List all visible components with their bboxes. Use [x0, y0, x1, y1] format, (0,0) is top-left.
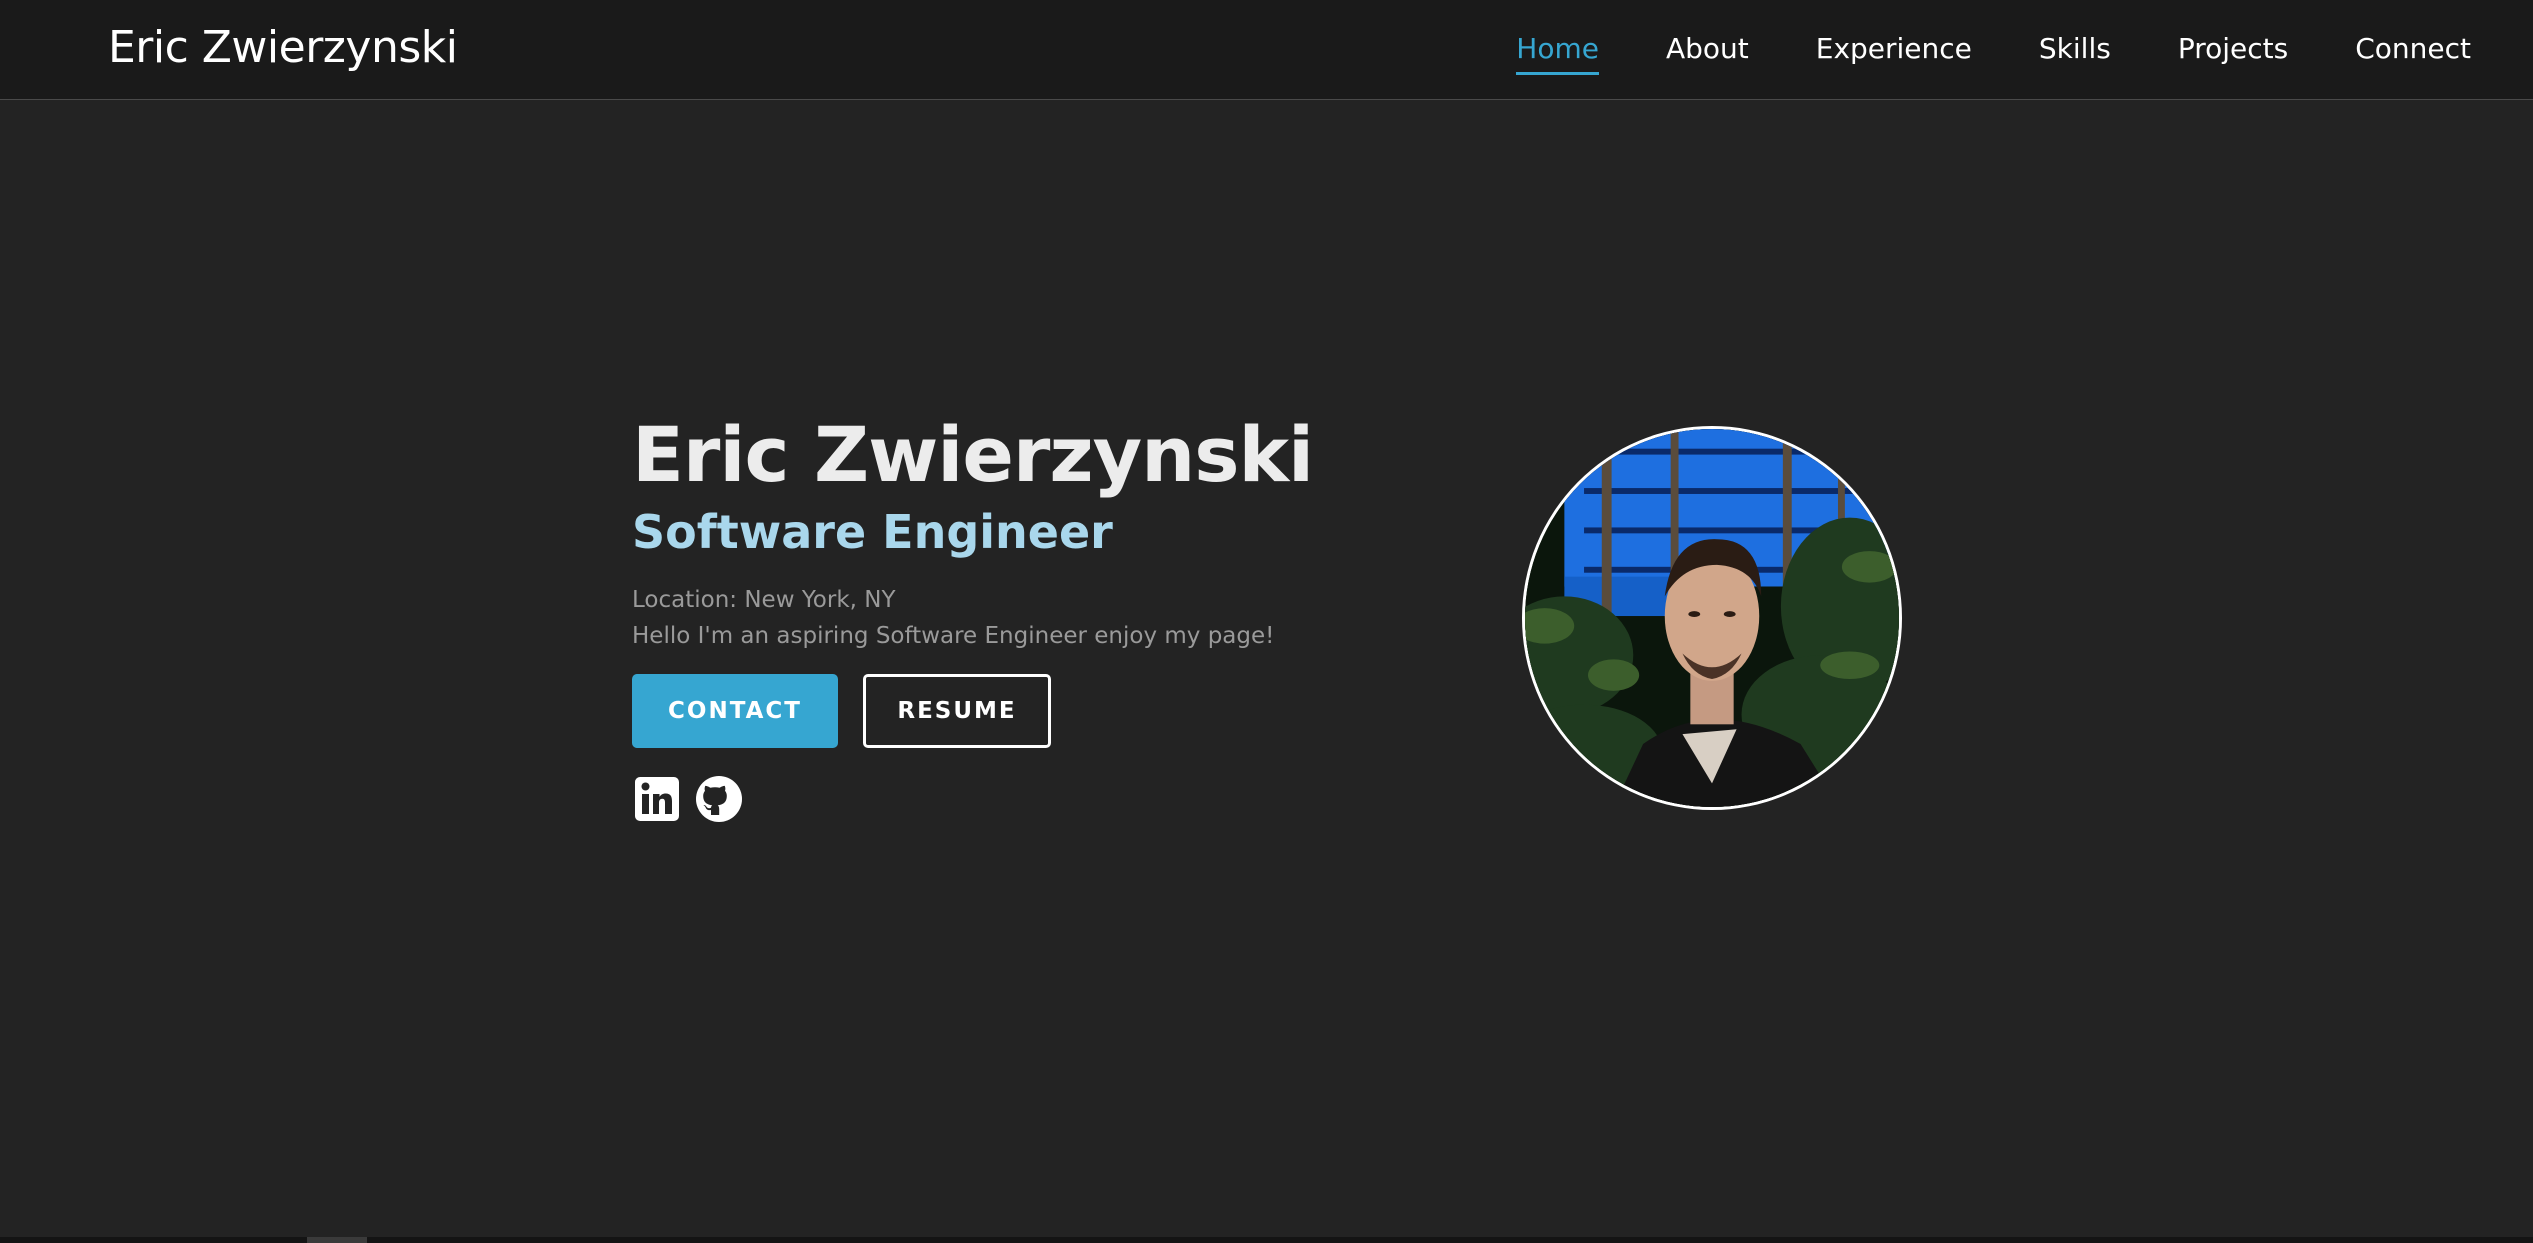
- nav-link-home[interactable]: Home: [1516, 32, 1599, 75]
- hero-title: Software Engineer: [632, 505, 1113, 559]
- hero-name: Eric Zwierzynski: [632, 410, 1314, 499]
- resume-button[interactable]: RESUME: [863, 674, 1051, 748]
- profile-photo: [1522, 426, 1902, 810]
- social-links: [632, 774, 1392, 824]
- contact-button[interactable]: CONTACT: [632, 674, 838, 748]
- nav-links: Home About Experience Skills Projects Co…: [1516, 0, 2471, 100]
- brand-title[interactable]: Eric Zwierzynski: [108, 22, 458, 73]
- nav-link-projects[interactable]: Projects: [2178, 32, 2288, 69]
- nav-link-connect[interactable]: Connect: [2355, 32, 2471, 69]
- linkedin-icon[interactable]: [632, 774, 682, 824]
- scrollbar-thumb[interactable]: [307, 1237, 367, 1243]
- hero-bio: Hello I'm an aspiring Software Engineer …: [632, 623, 1275, 649]
- nav-link-skills[interactable]: Skills: [2039, 32, 2111, 69]
- hero-section: Eric Zwierzynski Software Engineer Locat…: [632, 410, 1392, 824]
- navbar: Eric Zwierzynski Home About Experience S…: [0, 0, 2533, 100]
- nav-link-experience[interactable]: Experience: [1816, 32, 1972, 69]
- github-icon[interactable]: [694, 774, 744, 824]
- hero-location: Location: New York, NY: [632, 587, 896, 613]
- horizontal-scrollbar[interactable]: [0, 1237, 2533, 1243]
- hero-buttons: CONTACT RESUME: [632, 674, 1392, 748]
- nav-link-about[interactable]: About: [1666, 32, 1749, 69]
